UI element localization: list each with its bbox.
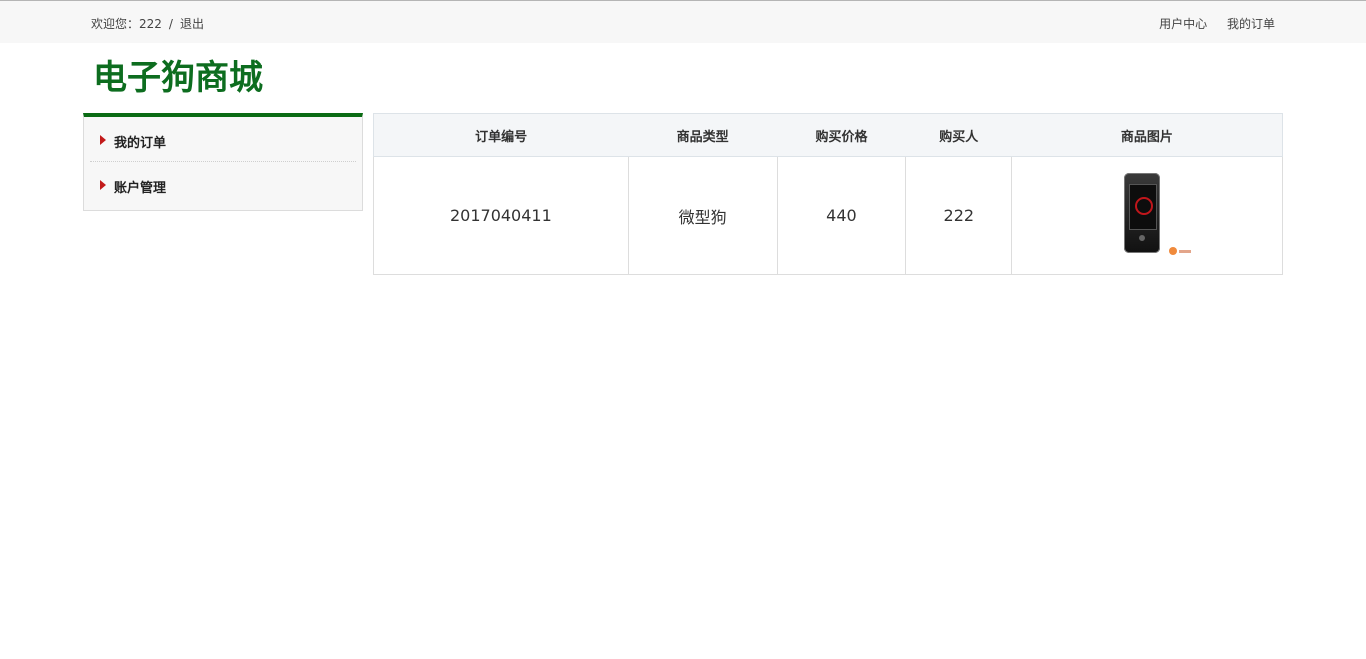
user-center-link[interactable]: 用户中心	[1159, 17, 1207, 31]
header-order-id: 订单编号	[373, 113, 629, 157]
sidebar: 我的订单 账户管理	[83, 113, 363, 211]
top-links: 用户中心 我的订单	[1143, 15, 1275, 32]
table-header-row: 订单编号 商品类型 购买价格 购买人 商品图片	[373, 113, 1283, 157]
site-logo[interactable]: 电子狗商城	[93, 50, 263, 99]
cell-type: 微型狗	[627, 156, 778, 275]
header-price: 购买价格	[777, 113, 906, 157]
welcome-text: 欢迎您：222	[91, 17, 162, 31]
sidebar-item-account[interactable]: 账户管理	[90, 162, 356, 207]
cell-price: 440	[776, 156, 907, 275]
welcome-area: 欢迎您：222 / 退出	[91, 15, 204, 32]
orders-table: 订单编号 商品类型 购买价格 购买人 商品图片 2017040411 微型狗 4…	[373, 113, 1283, 275]
sidebar-item-my-orders[interactable]: 我的订单	[90, 117, 356, 162]
header-buyer: 购买人	[905, 113, 1012, 157]
top-bar: 欢迎您：222 / 退出 用户中心 我的订单	[0, 0, 1366, 43]
logout-link[interactable]: 退出	[180, 17, 204, 31]
table-row: 2017040411 微型狗 440 222	[373, 156, 1283, 275]
sidebar-item-label: 账户管理	[114, 181, 167, 196]
separator: /	[168, 17, 173, 31]
cell-order-id: 2017040411	[373, 156, 629, 275]
phone-product-icon	[1107, 168, 1192, 264]
header-type: 商品类型	[628, 113, 778, 157]
sidebar-item-label: 我的订单	[114, 136, 167, 151]
my-orders-link[interactable]: 我的订单	[1227, 17, 1275, 31]
header-image: 商品图片	[1011, 113, 1283, 157]
cell-image	[1011, 156, 1283, 275]
triangle-right-icon	[100, 180, 106, 190]
cell-buyer: 222	[905, 156, 1013, 275]
triangle-right-icon	[100, 135, 106, 145]
